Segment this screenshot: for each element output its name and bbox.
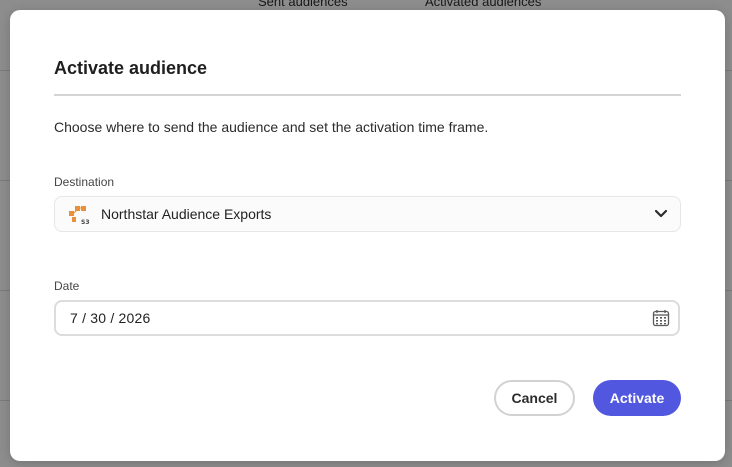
chevron-down-icon[interactable]	[654, 208, 668, 220]
dialog-title: Activate audience	[54, 58, 208, 78]
s3-icon-label: S3	[81, 219, 90, 225]
date-label: Date	[54, 279, 80, 293]
destination-label: Destination	[54, 175, 115, 189]
dialog-description: Choose where to send the audience and se…	[54, 119, 489, 135]
destination-value: Northstar Audience Exports	[101, 206, 272, 222]
s3-bucket-icon: S3	[69, 206, 90, 225]
date-input[interactable]: 7 / 30 / 2026	[54, 300, 680, 336]
title-divider	[54, 94, 681, 96]
destination-select[interactable]: S3 Northstar Audience Exports	[54, 196, 681, 232]
cancel-button[interactable]: Cancel	[494, 380, 575, 416]
calendar-icon[interactable]	[652, 309, 670, 327]
activate-button[interactable]: Activate	[593, 380, 681, 416]
activate-audience-dialog: Activate audience Choose where to send t…	[10, 10, 725, 461]
date-value[interactable]: 7 / 30 / 2026	[70, 310, 150, 326]
